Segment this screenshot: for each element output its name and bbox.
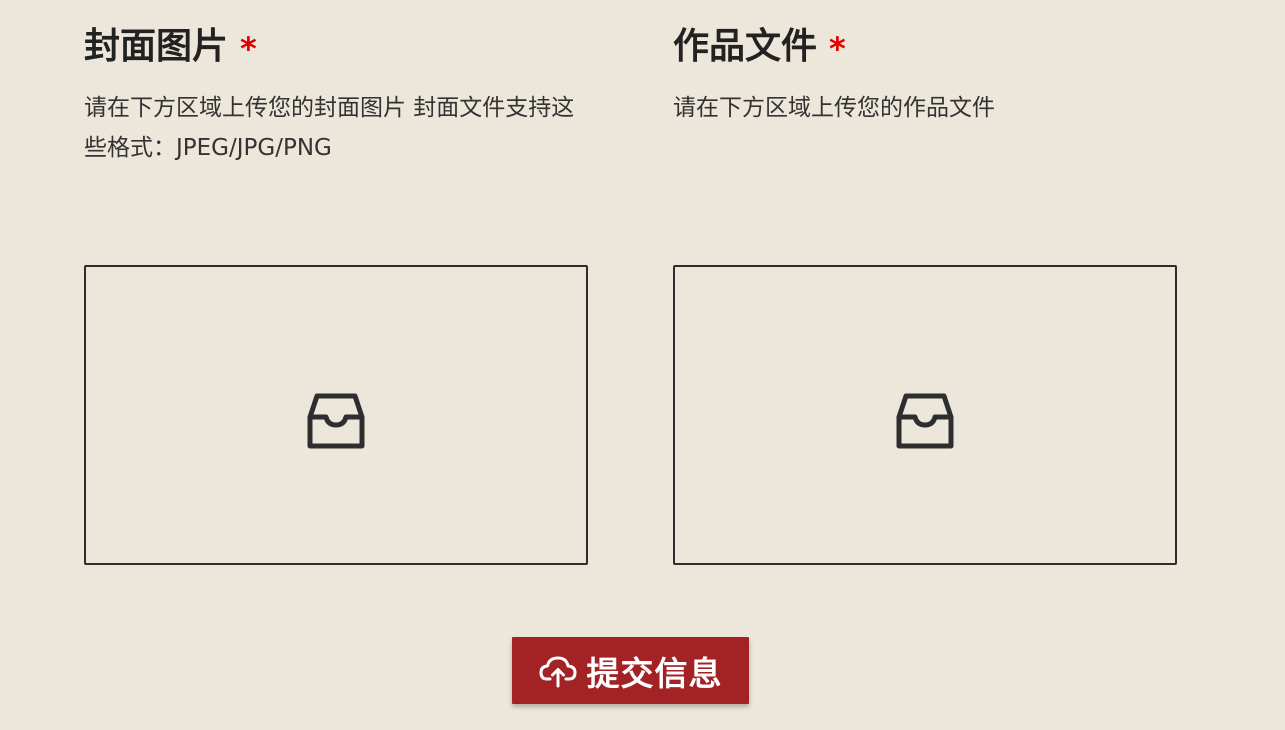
cover-title-text: 封面图片: [84, 26, 229, 67]
cover-dropzone[interactable]: [84, 265, 588, 565]
cover-title: 封面图片 *: [84, 24, 257, 70]
inbox-icon: [307, 393, 365, 449]
work-dropzone[interactable]: [673, 265, 1177, 565]
submit-button[interactable]: 提交信息: [512, 637, 749, 704]
work-title: 作品文件 *: [673, 24, 846, 70]
cover-description: 请在下方区域上传您的封面图片 封面文件支持这些格式：JPEG/JPG/PNG: [84, 95, 575, 161]
upload-form: 封面图片 * 请在下方区域上传您的封面图片 封面文件支持这些格式：JPEG/JPG…: [0, 0, 1285, 730]
required-mark: *: [829, 30, 846, 68]
work-title-text: 作品文件: [673, 26, 818, 67]
submit-button-label: 提交信息: [586, 653, 723, 693]
work-description: 请在下方区域上传您的作品文件: [673, 95, 995, 121]
required-mark: *: [240, 30, 257, 68]
inbox-icon: [896, 393, 954, 449]
cloud-upload-icon: [539, 656, 576, 687]
